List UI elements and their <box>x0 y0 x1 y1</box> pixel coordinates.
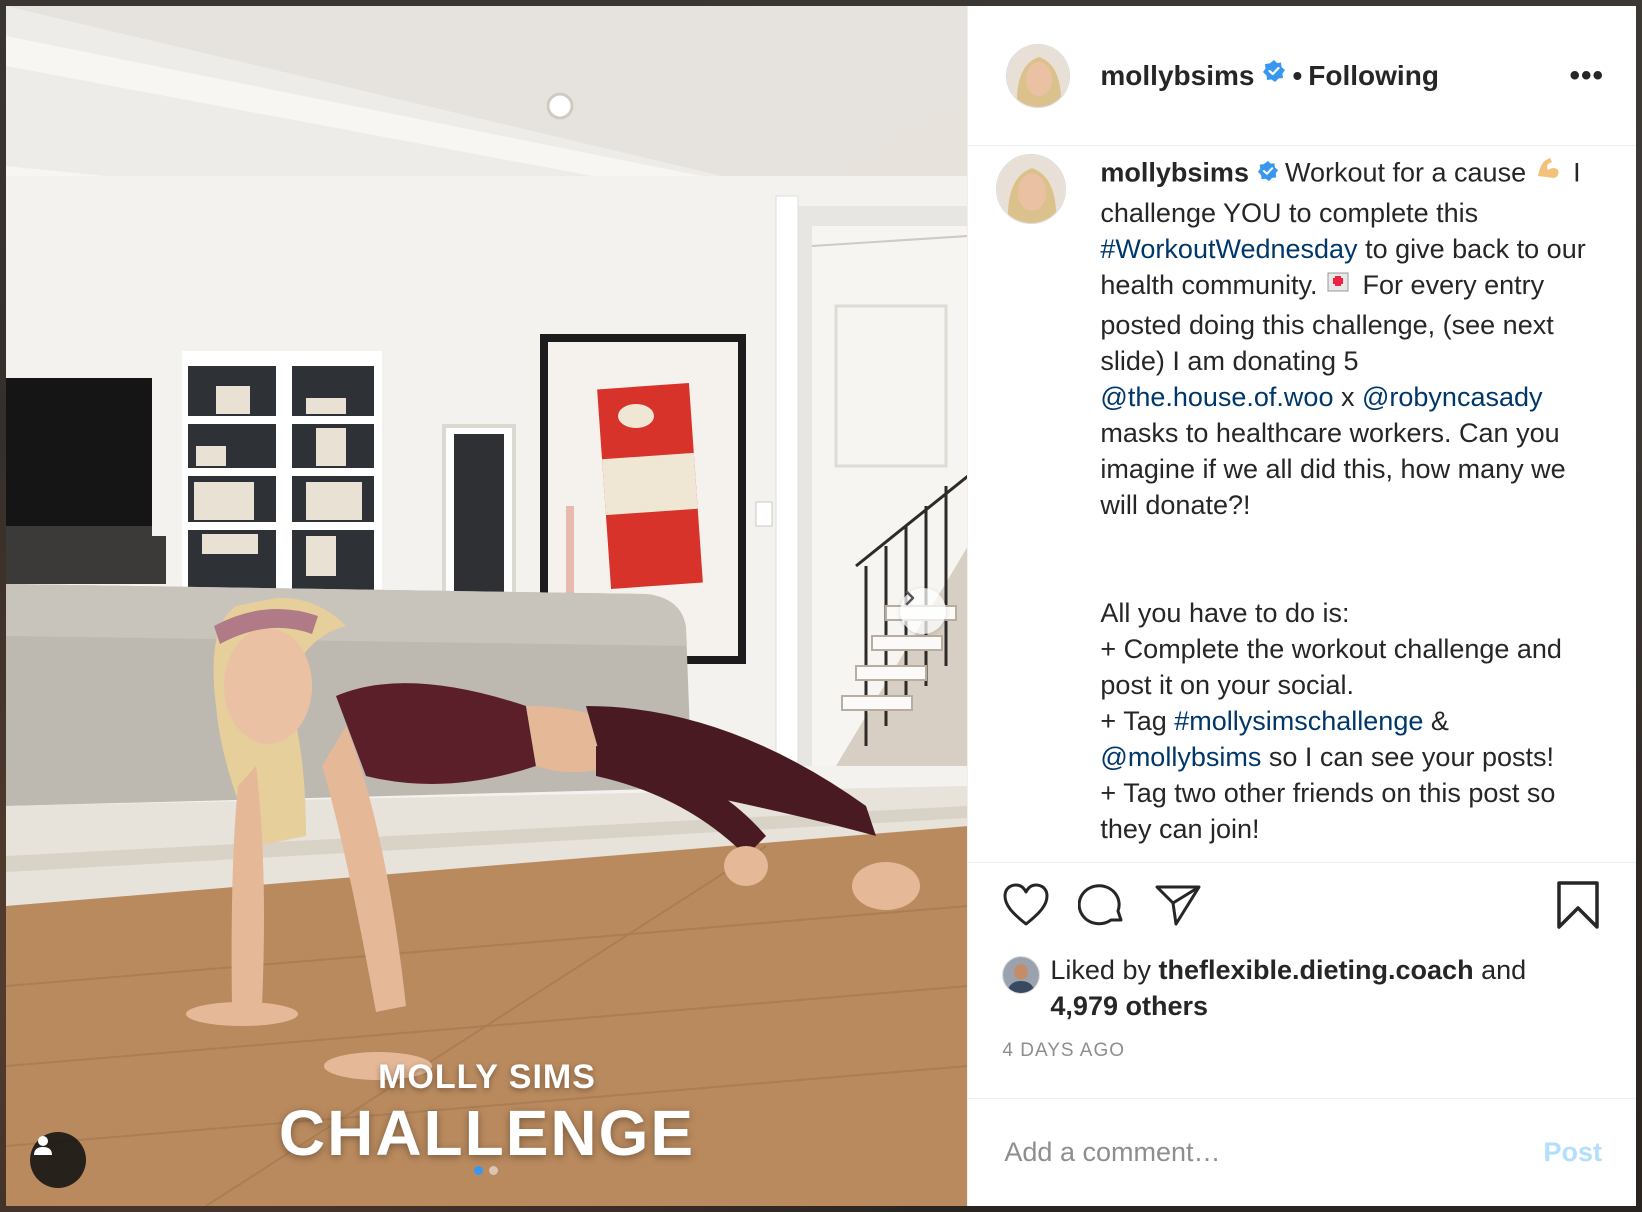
caption-intro: Workout for a cause <box>1284 157 1527 188</box>
post-photo[interactable]: MOLLY SIMS CHALLENGE <box>6 6 968 1206</box>
more-options-button[interactable]: ••• <box>1569 59 1604 93</box>
post-modal: MOLLY SIMS CHALLENGE mollybsims • Follow… <box>6 6 1636 1206</box>
verified-badge-icon <box>1257 155 1279 191</box>
save-button[interactable] <box>1556 880 1600 935</box>
hashtag-workoutwednesday[interactable]: #WorkoutWednesday <box>1100 234 1357 264</box>
likes-summary: Liked by theflexible.dieting.coach and 4… <box>968 952 1636 1024</box>
carousel-next-button[interactable] <box>900 588 946 634</box>
share-button[interactable] <box>1154 883 1202 932</box>
overlay-title-small: MOLLY SIMS <box>378 1058 596 1096</box>
caption-x: x <box>1340 382 1355 412</box>
caption-scroll-area[interactable]: mollybsims Workout for a cause I challeng… <box>968 146 1636 862</box>
hospital-icon <box>1325 267 1351 303</box>
caption-line9: + Tag two other friends on this post so … <box>1100 778 1556 844</box>
carousel-indicator <box>474 1166 498 1175</box>
caption-line5: masks to healthcare workers. Can you ima… <box>1100 418 1566 520</box>
bookmark-icon <box>1556 880 1600 935</box>
post-timestamp[interactable]: 4 DAYS AGO <box>968 1040 1636 1062</box>
caption-line8b: so I can see your posts! <box>1268 742 1554 772</box>
mention-house-of-woo[interactable]: @the.house.of.woo <box>1100 382 1333 412</box>
comment-input[interactable] <box>1002 1136 1544 1169</box>
action-bar <box>968 862 1636 952</box>
post-details-panel: mollybsims • Following ••• mollybsims Wor… <box>967 6 1636 1206</box>
following-button[interactable]: Following <box>1308 60 1439 92</box>
hashtag-mollysimschallenge[interactable]: #mollysimschallenge <box>1174 706 1423 736</box>
comment-icon <box>1078 882 1126 933</box>
likes-and: and <box>1481 955 1527 985</box>
header-separator: • <box>1292 59 1303 91</box>
carousel-dot-1 <box>474 1166 483 1175</box>
photo-scene <box>6 6 968 1206</box>
caption-line7: + Complete the workout challenge and pos… <box>1100 634 1562 700</box>
liker-avatar[interactable] <box>1002 956 1041 994</box>
caption-username[interactable]: mollybsims <box>1100 158 1249 188</box>
carousel-dot-2 <box>489 1166 498 1175</box>
likes-others-count[interactable]: 4,979 others <box>1050 991 1208 1021</box>
caption-line6: All you have to do is: <box>1100 598 1350 628</box>
liker-username[interactable]: theflexible.dieting.coach <box>1159 955 1474 985</box>
comment-form: Post <box>968 1098 1636 1206</box>
caption-text: mollybsims Workout for a cause I challeng… <box>1100 154 1590 847</box>
caption-amp: & <box>1430 706 1449 736</box>
post-comment-button[interactable]: Post <box>1543 1137 1602 1168</box>
heart-icon <box>1002 883 1050 932</box>
tagged-users-button[interactable] <box>30 1132 86 1188</box>
author-username[interactable]: mollybsims <box>1100 60 1254 92</box>
overlay-title-large: CHALLENGE <box>278 1097 696 1169</box>
caption-author-avatar[interactable] <box>996 154 1067 224</box>
post-header: mollybsims • Following ••• <box>968 6 1636 146</box>
flexed-biceps-icon <box>1534 154 1562 191</box>
likes-prefix: Liked by <box>1050 955 1151 985</box>
verified-badge-icon <box>1262 59 1286 88</box>
comment-button[interactable] <box>1078 882 1126 933</box>
mention-robyncasady[interactable]: @robyncasady <box>1362 382 1543 412</box>
author-avatar[interactable] <box>1006 43 1071 108</box>
mention-mollybsims[interactable]: @mollybsims <box>1100 742 1261 772</box>
like-button[interactable] <box>1002 883 1050 932</box>
share-icon <box>1154 883 1202 932</box>
caption-line8a: + Tag <box>1100 706 1167 736</box>
